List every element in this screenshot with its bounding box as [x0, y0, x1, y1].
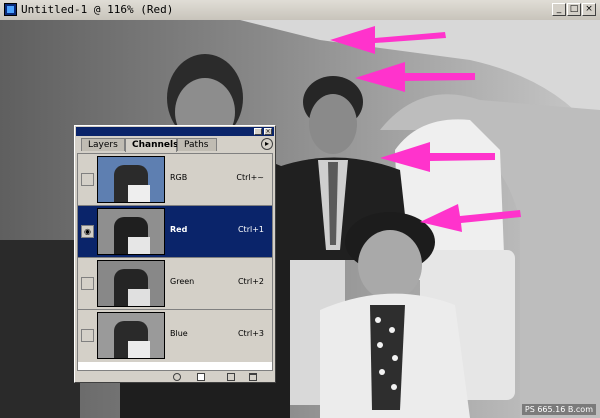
watermark: PS 665.16 B.com	[521, 404, 596, 415]
palette-footer	[77, 372, 273, 382]
dark-seats	[0, 240, 80, 418]
trash-icon[interactable]	[249, 373, 257, 381]
tab-layers[interactable]: Layers	[81, 138, 125, 151]
tab-paths[interactable]: Paths	[177, 138, 217, 151]
palette-menu-icon[interactable]: ▸	[261, 138, 273, 150]
channel-row-green[interactable]: Green Ctrl+2	[78, 258, 272, 310]
maximize-button[interactable]: □	[567, 3, 581, 16]
document-title-bar[interactable]: Untitled-1 @ 116% (Red) _ □ ×	[0, 0, 600, 21]
visibility-toggle[interactable]	[81, 277, 94, 290]
channel-row-blue[interactable]: Blue Ctrl+3	[78, 310, 272, 362]
palette-title-bar[interactable]: ×	[76, 127, 274, 136]
channel-shortcut: Ctrl+~	[236, 173, 264, 182]
channel-thumbnail	[97, 312, 165, 359]
minimize-button[interactable]: _	[552, 3, 566, 16]
document-title: Untitled-1 @ 116% (Red)	[21, 3, 174, 16]
channel-name: Green	[170, 277, 195, 286]
eye-icon[interactable]: ◉	[81, 225, 94, 238]
channel-row-red[interactable]: ◉ Red Ctrl+1	[78, 206, 272, 258]
channel-thumbnail	[97, 260, 165, 307]
channel-thumbnail	[97, 208, 165, 255]
man-center-face	[309, 94, 357, 154]
channel-shortcut: Ctrl+2	[237, 277, 264, 286]
channel-list: RGB Ctrl+~ ◉ Red Ctrl+1 Green Ctrl+2 Blu…	[77, 153, 273, 371]
channel-name: Red	[170, 225, 188, 234]
palette-close-button[interactable]: ×	[264, 128, 272, 135]
close-button[interactable]: ×	[582, 3, 596, 16]
visibility-toggle[interactable]	[81, 329, 94, 342]
channel-row-rgb[interactable]: RGB Ctrl+~	[78, 154, 272, 206]
channel-name: RGB	[170, 173, 188, 182]
visibility-toggle[interactable]	[81, 173, 94, 186]
channel-shortcut: Ctrl+3	[237, 329, 264, 338]
photoshop-doc-icon	[4, 3, 17, 16]
channel-thumbnail	[97, 156, 165, 203]
tab-channels[interactable]: Channels	[125, 138, 178, 152]
channel-name: Blue	[170, 329, 188, 338]
woman-face	[358, 230, 422, 300]
new-channel-icon[interactable]	[227, 373, 235, 381]
channel-shortcut: Ctrl+1	[237, 225, 264, 234]
palette-tabs: Layers Channels Paths	[77, 138, 273, 152]
save-selection-icon[interactable]	[197, 373, 205, 381]
channels-palette: × Layers Channels Paths ▸ RGB Ctrl+~ ◉ R…	[74, 125, 276, 383]
palette-collapse-button[interactable]	[254, 128, 262, 135]
load-selection-icon[interactable]	[173, 373, 181, 381]
